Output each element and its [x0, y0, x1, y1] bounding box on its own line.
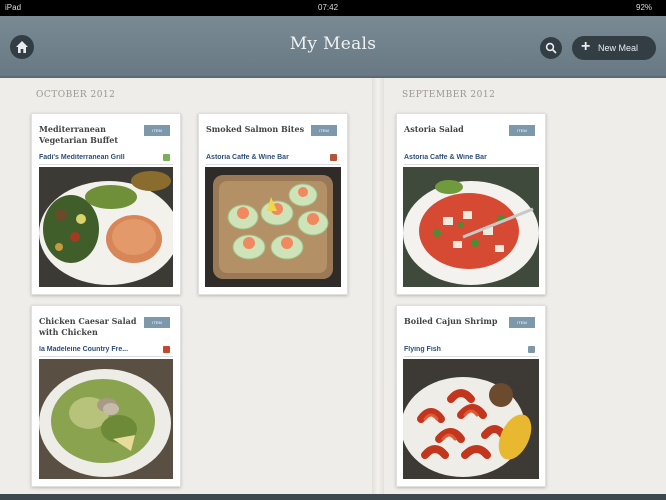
status-bar: iPad 07:42 92% — [0, 0, 666, 16]
item-badge[interactable]: ITEM — [311, 125, 337, 136]
restaurant-link[interactable]: la Madeleine Country Fre... — [39, 346, 154, 353]
carrier-label: iPad — [5, 3, 22, 12]
column-divider — [372, 78, 384, 496]
restaurant-icon — [528, 346, 535, 353]
item-badge[interactable]: ITEM — [144, 125, 170, 136]
search-icon — [545, 42, 557, 54]
item-badge[interactable]: ITEM — [509, 125, 535, 136]
divider-line — [206, 164, 340, 165]
restaurant-link[interactable]: Astoria Caffe & Wine Bar — [404, 154, 519, 161]
meal-photo[interactable] — [403, 359, 539, 479]
restaurant-link[interactable]: Fadi's Mediterranean Grill — [39, 154, 154, 161]
meal-card[interactable]: Boiled Cajun Shrimp ITEM Flying Fish — [396, 305, 546, 487]
restaurant-icon — [163, 346, 170, 353]
meal-name: Smoked Salmon Bites — [206, 124, 305, 134]
meal-photo[interactable] — [205, 167, 341, 287]
clock: 07:42 — [318, 3, 339, 12]
meal-card[interactable]: Mediterranean Vegetarian Buffet ITEM Fad… — [31, 113, 181, 295]
month-header-september: SEPTEMBER 2012 — [402, 90, 496, 100]
restaurant-link[interactable]: Astoria Caffe & Wine Bar — [206, 154, 321, 161]
meal-photo[interactable] — [39, 167, 173, 287]
meal-photo[interactable] — [403, 167, 539, 287]
meal-card[interactable]: Chicken Caesar Salad with Chicken ITEM l… — [31, 305, 181, 487]
restaurant-link[interactable]: Flying Fish — [404, 346, 519, 353]
meal-name: Chicken Caesar Salad with Chicken — [39, 316, 137, 337]
meal-name: Mediterranean Vegetarian Buffet — [39, 124, 119, 145]
battery-label: 92% — [636, 3, 653, 12]
item-badge[interactable]: ITEM — [144, 317, 170, 328]
meal-card[interactable]: Astoria Salad ITEM Astoria Caffe & Wine … — [396, 113, 546, 295]
divider-line — [404, 164, 538, 165]
month-header-october: OCTOBER 2012 — [36, 90, 116, 100]
divider-line — [39, 356, 173, 357]
plus-icon: + — [581, 38, 591, 55]
page-title: My Meals — [289, 34, 377, 54]
meal-name: Astoria Salad — [404, 124, 464, 134]
navigation-bar: My Meals + New Meal — [0, 16, 666, 78]
search-button[interactable] — [540, 37, 562, 59]
divider-line — [404, 356, 538, 357]
meal-name: Boiled Cajun Shrimp — [404, 316, 498, 326]
divider-line — [39, 164, 173, 165]
meal-card[interactable]: Smoked Salmon Bites ITEM Astoria Caffe &… — [198, 113, 348, 295]
restaurant-icon — [330, 154, 337, 161]
restaurant-icon — [163, 154, 170, 161]
new-meal-button[interactable]: + New Meal — [572, 36, 656, 60]
meal-photo[interactable] — [39, 359, 173, 479]
new-meal-label: New Meal — [598, 43, 639, 53]
item-badge[interactable]: ITEM — [509, 317, 535, 328]
bottom-bar — [0, 494, 666, 500]
